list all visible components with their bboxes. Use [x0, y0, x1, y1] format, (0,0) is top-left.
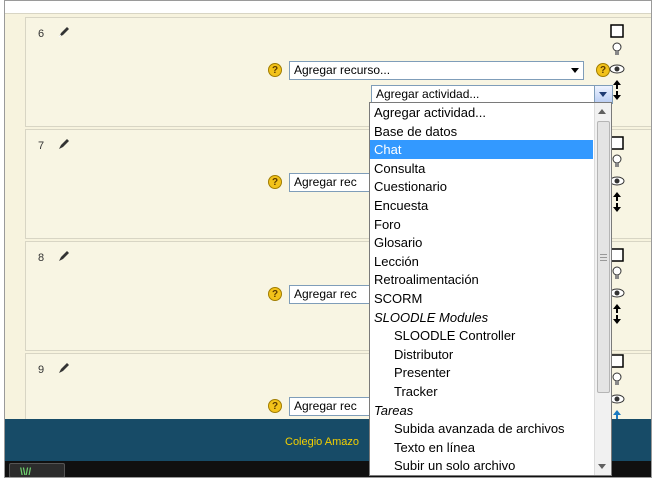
dropdown-option[interactable]: Agregar actividad... [370, 103, 593, 122]
scroll-down-icon[interactable] [598, 464, 606, 469]
pencil-icon[interactable] [58, 362, 70, 374]
dropdown-option[interactable]: Distributor [370, 345, 593, 364]
grip-line [600, 260, 607, 261]
top-border [5, 1, 651, 14]
help-icon[interactable]: ? [268, 175, 282, 189]
scroll-up-icon[interactable] [598, 109, 606, 114]
dropdown-option[interactable]: Foro [370, 215, 593, 234]
checkbox-icon[interactable] [609, 23, 625, 39]
help-icon[interactable]: ? [268, 399, 282, 413]
footer-text[interactable]: Colegio Amazo [285, 436, 359, 448]
dropdown-option[interactable]: SCORM [370, 289, 593, 308]
pencil-icon[interactable] [58, 26, 70, 38]
lightbulb-icon[interactable] [609, 41, 625, 57]
dropdown-option[interactable]: Subida avanzada de archivos [370, 419, 593, 438]
add-resource-value: Agregar rec [294, 175, 357, 189]
scroll-thumb[interactable] [597, 121, 610, 393]
add-resource-value: Agregar recurso... [294, 63, 391, 77]
chevron-down-icon [571, 68, 579, 73]
grip-line [600, 257, 607, 258]
grip-line [600, 254, 607, 255]
section-number: 6 [38, 28, 45, 40]
add-activity-value: Agregar actividad... [376, 87, 480, 101]
dropdown-group-label: SLOODLE Modules [374, 309, 489, 325]
dropdown-option[interactable]: Cuestionario [370, 177, 593, 196]
pencil-icon[interactable] [58, 138, 70, 150]
dropdown-group-label: Tareas [374, 402, 414, 418]
add-resource-value: Agregar rec [294, 287, 357, 301]
add-resource-select[interactable]: Agregar recurso... [289, 61, 584, 80]
section-number: 7 [38, 140, 45, 152]
app-icon: \\// [20, 467, 32, 478]
dropdown-option[interactable]: Tracker [370, 382, 593, 401]
dropdown-option[interactable]: Presenter [370, 363, 593, 382]
dropdown-option[interactable]: Retroalimentación [370, 270, 593, 289]
dropdown-option[interactable]: Glosario [370, 233, 593, 252]
section-number: 8 [38, 252, 45, 264]
activity-dropdown-list[interactable]: Agregar actividad... Base de datos Chat Con… [369, 102, 612, 476]
dropdown-option[interactable]: Encuesta [370, 196, 593, 215]
section-number: 9 [38, 364, 45, 376]
dropdown-option[interactable]: Chat [370, 140, 593, 160]
help-icon[interactable]: ? [596, 63, 610, 77]
dropdown-option[interactable]: Base de datos [370, 122, 593, 141]
dropdown-option[interactable]: Texto en línea [370, 438, 593, 457]
eye-icon[interactable] [609, 61, 625, 77]
dropdown-scrollbar[interactable] [594, 103, 611, 475]
help-icon[interactable]: ? [268, 287, 282, 301]
dropdown-option[interactable]: Lección [370, 252, 593, 271]
pencil-icon[interactable] [58, 250, 70, 262]
taskbar-button[interactable]: \\// [9, 463, 65, 478]
move-arrows-icon[interactable] [609, 79, 625, 101]
dropdown-option[interactable]: Subir un solo archivo [370, 456, 593, 475]
dropdown-option[interactable]: Consulta [370, 159, 593, 178]
help-icon[interactable]: ? [268, 63, 282, 77]
dropdown-option[interactable]: SLOODLE Controller [370, 326, 593, 345]
add-resource-value: Agregar rec [294, 399, 357, 413]
